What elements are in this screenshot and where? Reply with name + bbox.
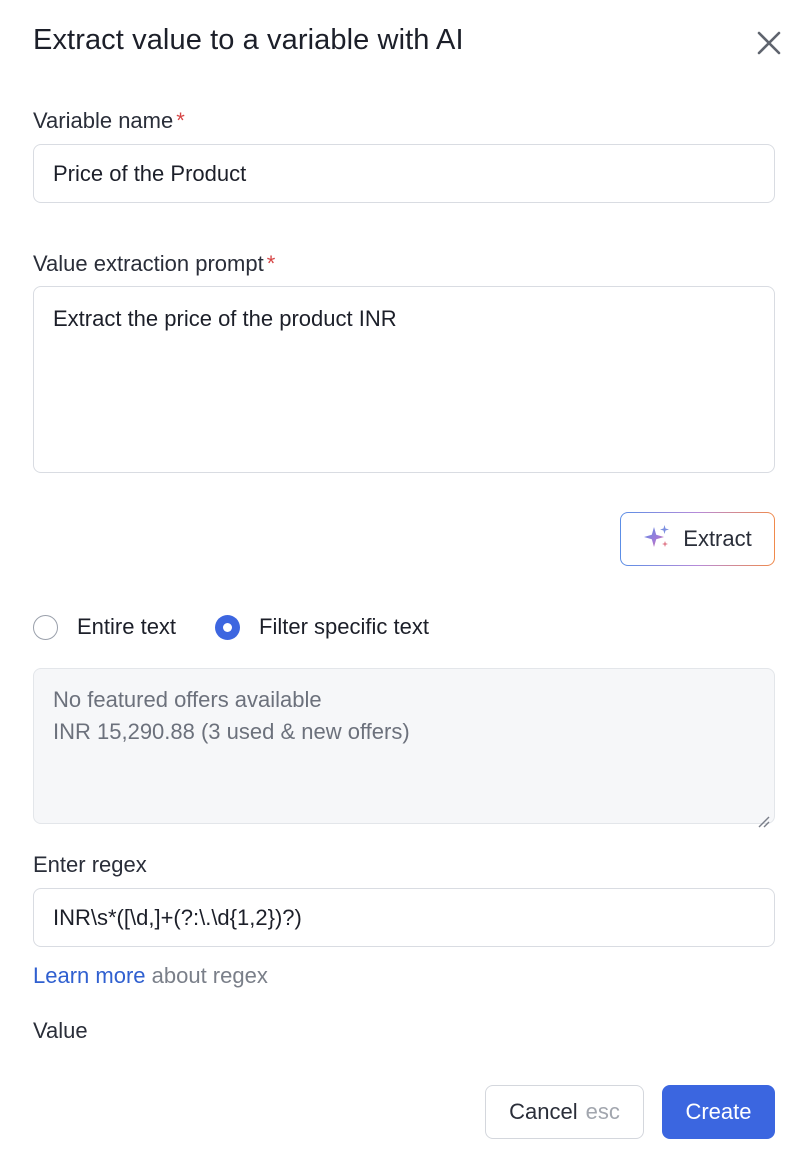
radio-entire-text[interactable]: Entire text <box>33 614 176 640</box>
regex-label: Enter regex <box>33 852 147 877</box>
prompt-label: Value extraction prompt * <box>33 251 275 277</box>
radio-entire-text-label: Entire text <box>77 614 177 639</box>
regex-help-text: Learn more about regex <box>33 963 268 989</box>
required-asterisk: * <box>176 108 185 133</box>
learn-more-suffix: about regex <box>145 963 268 988</box>
resize-handle-icon[interactable] <box>756 805 770 828</box>
extraction-mode-radio-group: Entire text Filter specific text <box>33 612 429 642</box>
variable-name-label-text: Variable name <box>33 108 174 133</box>
required-asterisk: * <box>266 251 276 276</box>
learn-more-link[interactable]: Learn more <box>33 963 146 988</box>
prompt-textarea[interactable]: Extract the price of the product INR <box>33 286 775 473</box>
regex-input[interactable] <box>33 888 775 947</box>
value-label: Value <box>33 1018 88 1043</box>
sparkle-icon <box>643 523 671 556</box>
close-icon[interactable] <box>752 26 786 60</box>
variable-name-label: Variable name * <box>33 108 185 134</box>
cancel-button-label: Cancel <box>509 1099 578 1124</box>
esc-shortcut-hint: esc <box>585 1099 620 1124</box>
extract-variable-dialog: Extract value to a variable with AI Vari… <box>0 0 808 1156</box>
dialog-title: Extract value to a variable with AI <box>33 24 464 56</box>
extract-button[interactable]: Extract <box>620 512 775 566</box>
filtered-text-preview: No featured offers available INR 15,290.… <box>33 668 775 828</box>
create-button[interactable]: Create <box>662 1085 775 1139</box>
radio-button-selected[interactable] <box>215 614 241 640</box>
extract-button-label: Extract <box>683 526 752 551</box>
radio-button-unselected[interactable] <box>33 614 58 640</box>
filtered-text-line: INR 15,290.88 (3 used & new offers) <box>53 719 410 744</box>
radio-filter-specific-text[interactable]: Filter specific text <box>215 614 429 640</box>
prompt-label-text: Value extraction prompt <box>33 251 264 276</box>
variable-name-input[interactable] <box>33 144 775 203</box>
cancel-button[interactable]: Cancel esc <box>485 1085 644 1139</box>
filtered-text-line: No featured offers available <box>53 687 322 712</box>
radio-filter-specific-text-label: Filter specific text <box>259 614 429 639</box>
